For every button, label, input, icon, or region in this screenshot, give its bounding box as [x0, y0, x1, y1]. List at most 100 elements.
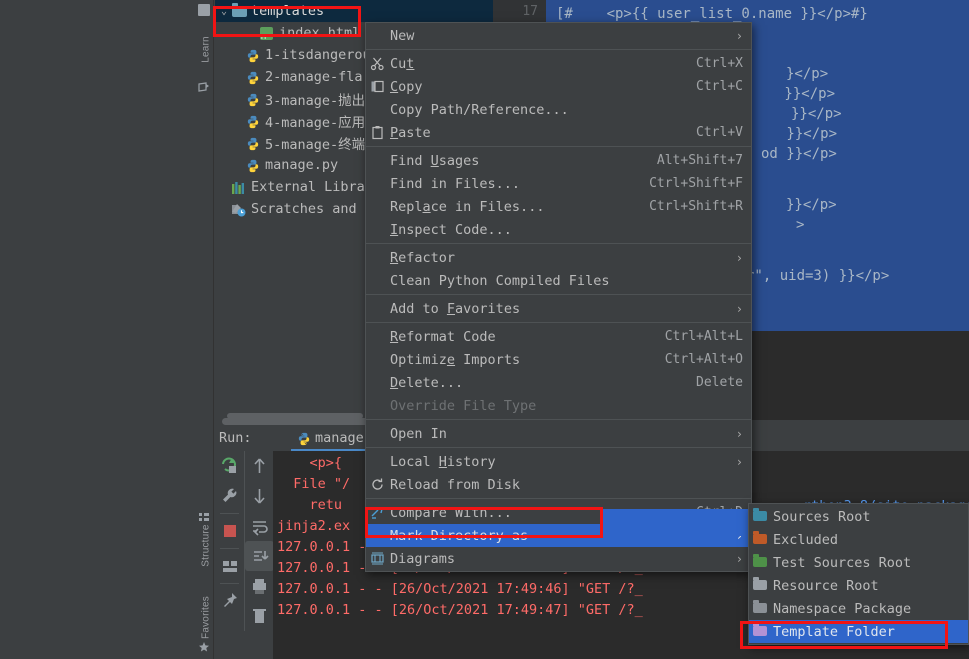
menu-item-copy[interactable]: Copy Ctrl+C: [366, 75, 751, 98]
submenu-item-label: Excluded: [773, 531, 839, 548]
structure-icon[interactable]: [198, 508, 210, 521]
favorites-star-icon[interactable]: [198, 638, 210, 652]
menu-item-label: Refactor: [390, 249, 456, 266]
menu-item-refactor[interactable]: Refactor ›: [366, 246, 751, 269]
down-arrow-icon[interactable]: [245, 481, 274, 511]
menu-item-clean-python-compiled-files[interactable]: Clean Python Compiled Files: [366, 269, 751, 292]
menu-item-shortcut: Alt+Shift+7: [656, 153, 743, 168]
console-line: File "/: [277, 476, 351, 492]
chevron-right-icon: ›: [735, 301, 743, 316]
submenu-item-label: Resource Root: [773, 577, 879, 594]
menu-separator: [366, 498, 751, 499]
menu-item-label: Paste: [390, 124, 431, 141]
toolbar-separator: [220, 548, 239, 549]
menu-item-diagrams[interactable]: Diagrams ›: [366, 547, 751, 570]
menu-item-label: Local History: [390, 453, 496, 470]
menu-item-reformat-code[interactable]: Reformat Code Ctrl+Alt+L: [366, 325, 751, 348]
left-tool-strip: Learn Structure Favorites: [194, 0, 214, 659]
tree-row-label: 3-manage-抛出: [265, 93, 366, 109]
menu-item-label: Find in Files...: [390, 175, 521, 192]
print-icon[interactable]: [245, 571, 274, 601]
tree-row-label: templates: [251, 3, 325, 19]
menu-item-optimize-imports[interactable]: Optimize Imports Ctrl+Alt+O: [366, 348, 751, 371]
layout-icon[interactable]: [215, 551, 244, 581]
mark-directory-submenu-connector: [603, 509, 752, 536]
menu-separator: [366, 447, 751, 448]
chevron-right-icon: ›: [735, 250, 743, 265]
up-arrow-icon[interactable]: [245, 451, 274, 481]
menu-item-label: Compare With...: [390, 504, 512, 521]
scissors-icon: [370, 56, 385, 71]
menu-item-paste[interactable]: Paste Ctrl+V: [366, 121, 751, 144]
menu-item-inspect-code[interactable]: Inspect Code...: [366, 218, 751, 241]
python-file-icon: [245, 114, 262, 129]
editor-horizontal-scrollbar[interactable]: [227, 413, 363, 419]
submenu-item-template-folder[interactable]: Template Folder: [749, 620, 968, 643]
submenu-item-excluded[interactable]: Excluded: [749, 528, 968, 551]
submenu-item-resource-root[interactable]: Resource Root: [749, 574, 968, 597]
menu-item-cut[interactable]: Cut Ctrl+X: [366, 52, 751, 75]
menu-item-shortcut: Delete: [696, 375, 743, 390]
menu-separator: [366, 322, 751, 323]
folder-icon: [753, 554, 767, 567]
submenu-item-test-sources-root[interactable]: Test Sources Root: [749, 551, 968, 574]
project-tree-horizontal-scrollbar[interactable]: [222, 418, 370, 425]
menu-item-delete[interactable]: Delete... Delete: [366, 371, 751, 394]
mark-directory-as-submenu[interactable]: Sources Root Excluded Test Sources Root Res…: [748, 503, 969, 645]
submenu-item-label: Template Folder: [773, 623, 895, 640]
code-line: >: [796, 217, 805, 233]
menu-item-label: Open In: [390, 425, 447, 442]
learn-icon[interactable]: [198, 78, 210, 92]
code-line: }}</p>: [791, 106, 842, 122]
menu-item-replace-in-files[interactable]: Replace in Files... Ctrl+Shift+R: [366, 195, 751, 218]
paste-icon: [370, 125, 385, 140]
code-line: }</p>: [786, 66, 829, 82]
submenu-item-label: Test Sources Root: [773, 554, 912, 571]
python-file-icon: [245, 136, 262, 151]
scratches-icon: [231, 202, 248, 217]
chevron-right-icon: ›: [735, 551, 743, 566]
menu-item-open-in[interactable]: Open In ›: [366, 422, 751, 445]
project-folder-icon[interactable]: [198, 4, 210, 16]
chevron-right-icon: ›: [735, 454, 743, 469]
tree-row-label: 4-manage-应用: [265, 115, 366, 131]
wrench-settings-icon[interactable]: [215, 481, 244, 511]
trash-icon[interactable]: [245, 601, 274, 631]
menu-item-label: Copy: [390, 78, 423, 95]
code-line: r", uid=3) }}</p>: [746, 268, 890, 284]
menu-item-new[interactable]: New ›: [366, 24, 751, 47]
scroll-to-end-icon[interactable]: [245, 541, 274, 571]
menu-item-reload-from-disk[interactable]: Reload from Disk: [366, 473, 751, 496]
stop-icon[interactable]: [215, 516, 244, 546]
submenu-item-namespace-package[interactable]: Namespace Package: [749, 597, 968, 620]
context-menu[interactable]: New › Cut Ctrl+X Copy Ctrl+C Copy Path/Referen…: [365, 22, 752, 572]
menu-separator: [366, 294, 751, 295]
menu-item-find-in-files[interactable]: Find in Files... Ctrl+Shift+F: [366, 172, 751, 195]
submenu-item-label: Sources Root: [773, 508, 871, 525]
tree-row[interactable]: ⌄ templates: [215, 0, 493, 22]
tree-row-label: index.html: [279, 25, 361, 41]
menu-item-local-history[interactable]: Local History ›: [366, 450, 751, 473]
chevron-down-icon[interactable]: ⌄: [217, 6, 231, 17]
menu-item-copy-path-reference[interactable]: Copy Path/Reference...: [366, 98, 751, 121]
line-number: 17: [522, 4, 538, 19]
menu-item-label: Reformat Code: [390, 328, 496, 345]
menu-item-add-to-favorites[interactable]: Add to Favorites ›: [366, 297, 751, 320]
menu-item-shortcut: Ctrl+X: [696, 56, 743, 71]
menu-item-label: Clean Python Compiled Files: [390, 272, 610, 289]
pin-icon[interactable]: [215, 586, 244, 616]
console-line: 127.0.0.1 - - [26/Oct/2021 17:49:46] "GE…: [277, 581, 643, 597]
menu-item-find-usages[interactable]: Find Usages Alt+Shift+7: [366, 149, 751, 172]
menu-item-label: Copy Path/Reference...: [390, 101, 569, 118]
tool-tab-learn[interactable]: Learn: [201, 24, 212, 76]
chevron-right-icon: ›: [735, 426, 743, 441]
rerun-icon[interactable]: [215, 451, 244, 481]
soft-wrap-icon[interactable]: [245, 511, 274, 541]
menu-item-shortcut: Ctrl+V: [696, 125, 743, 140]
run-panel-title: Run:: [219, 430, 252, 446]
menu-item-label: Replace in Files...: [390, 198, 545, 215]
chevron-right-icon: ›: [735, 28, 743, 43]
menu-item-label: New: [390, 27, 415, 44]
submenu-item-sources-root[interactable]: Sources Root: [749, 505, 968, 528]
run-panel-toolbar: [215, 451, 274, 659]
